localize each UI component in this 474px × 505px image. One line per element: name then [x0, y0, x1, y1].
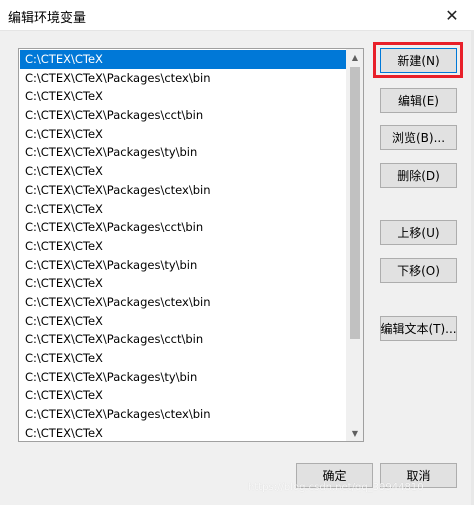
- path-list-item[interactable]: C:\CTEX\CTeX\Packages\ctex\bin: [20, 69, 349, 88]
- delete-button[interactable]: 删除(D): [380, 163, 457, 188]
- vertical-scrollbar[interactable]: ▲ ▼: [346, 49, 363, 441]
- path-list-item[interactable]: C:\CTEX\CTeX\Packages\cct\bin: [20, 218, 349, 237]
- close-icon: ✕: [445, 5, 459, 25]
- edit-env-var-dialog: 编辑环境变量 ✕ C:\CTEX\CTeX C:\CTEX\CTeX\Packag…: [0, 0, 474, 505]
- window-title: 编辑环境变量: [8, 11, 87, 26]
- edit-text-button[interactable]: 编辑文本(T)...: [380, 316, 457, 341]
- new-button[interactable]: 新建(N): [380, 48, 457, 73]
- scroll-up-arrow-icon[interactable]: ▲: [347, 49, 363, 65]
- path-list-item[interactable]: C:\CTEX\CTeX: [20, 312, 349, 331]
- browse-button[interactable]: 浏览(B)...: [380, 125, 457, 150]
- watermark-text: https://blog.csdn.net/qq_39944810: [248, 482, 424, 493]
- path-list-item[interactable]: C:\CTEX\CTeX\Packages\ty\bin: [20, 256, 349, 275]
- path-list-item[interactable]: C:\CTEX\CTeX: [20, 237, 349, 256]
- scroll-thumb[interactable]: [350, 67, 360, 339]
- title-bar: 编辑环境变量 ✕: [0, 0, 474, 31]
- path-list-item[interactable]: C:\CTEX\CTeX: [20, 87, 349, 106]
- path-list-item[interactable]: C:\CTEX\CTeX: [20, 424, 349, 441]
- path-list-item[interactable]: C:\CTEX\CTeX: [20, 386, 349, 405]
- path-list-item[interactable]: C:\CTEX\CTeX: [20, 162, 349, 181]
- path-list-item[interactable]: C:\CTEX\CTeX: [20, 274, 349, 293]
- path-list-item[interactable]: C:\CTEX\CTeX: [20, 349, 349, 368]
- edit-button[interactable]: 编辑(E): [380, 88, 457, 113]
- scroll-down-arrow-icon[interactable]: ▼: [347, 425, 363, 441]
- move-down-button[interactable]: 下移(O): [380, 258, 457, 283]
- close-button[interactable]: ✕: [430, 0, 474, 30]
- path-list-item[interactable]: C:\CTEX\CTeX\Packages\ctex\bin: [20, 405, 349, 424]
- path-list-item[interactable]: C:\CTEX\CTeX\Packages\ctex\bin: [20, 293, 349, 312]
- path-list-items: C:\CTEX\CTeX C:\CTEX\CTeX\Packages\ctex\b…: [20, 50, 349, 441]
- path-list-item[interactable]: C:\CTEX\CTeX\Packages\cct\bin: [20, 106, 349, 125]
- path-list-item[interactable]: C:\CTEX\CTeX: [20, 200, 349, 219]
- path-list-item[interactable]: C:\CTEX\CTeX: [20, 50, 349, 69]
- move-up-button[interactable]: 上移(U): [380, 220, 457, 245]
- path-list-item[interactable]: C:\CTEX\CTeX\Packages\ty\bin: [20, 143, 349, 162]
- path-list[interactable]: C:\CTEX\CTeX C:\CTEX\CTeX\Packages\ctex\b…: [18, 48, 364, 442]
- path-list-item[interactable]: C:\CTEX\CTeX\Packages\ctex\bin: [20, 181, 349, 200]
- path-list-item[interactable]: C:\CTEX\CTeX: [20, 125, 349, 144]
- path-list-item[interactable]: C:\CTEX\CTeX\Packages\cct\bin: [20, 330, 349, 349]
- path-list-item[interactable]: C:\CTEX\CTeX\Packages\ty\bin: [20, 368, 349, 387]
